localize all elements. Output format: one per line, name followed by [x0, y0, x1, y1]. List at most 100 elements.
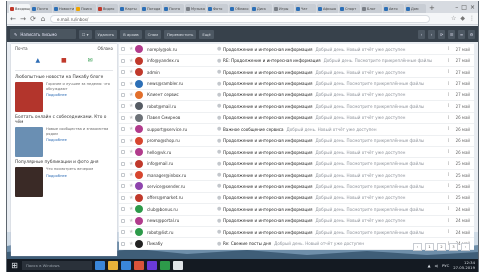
email-checkbox[interactable] [121, 58, 125, 63]
news-card-more-link[interactable]: Подробнее [46, 93, 113, 97]
news-card-image[interactable] [15, 127, 43, 157]
compact-view-icon[interactable]: ≡ [458, 29, 465, 39]
cloud-link[interactable]: Облако [98, 46, 114, 51]
browser-tab[interactable]: Авто [383, 4, 404, 13]
email-checkbox[interactable] [121, 218, 125, 223]
news-card-more-link[interactable]: Подробнее [46, 138, 113, 142]
email-checkbox[interactable] [121, 150, 125, 155]
toolbar-button-more[interactable]: Ещё [199, 29, 214, 39]
browser-tab[interactable]: Поиск [75, 4, 96, 13]
up-icon[interactable]: ▲ [35, 57, 40, 64]
email-checkbox[interactable] [121, 173, 125, 178]
news-card-more-link[interactable]: Подробнее [46, 174, 93, 178]
menu-icon[interactable]: ⋮ [469, 15, 475, 22]
taskbar-app-icon[interactable] [134, 261, 144, 270]
email-row[interactable]: ★ news@rambler.ru ● Продолжение и интересна… [119, 78, 474, 90]
email-row[interactable]: ★ manager@inbox.ru ● Продолжение и интересн… [119, 170, 474, 182]
reload-icon[interactable]: ⟳ [30, 15, 36, 23]
taskbar-app-icon[interactable] [108, 261, 118, 270]
email-checkbox[interactable] [121, 138, 125, 143]
browser-tab[interactable]: Видео [97, 4, 118, 13]
mail-icon[interactable]: ✉ [88, 57, 93, 64]
toolbar-button-delete[interactable]: Удалить [94, 29, 118, 39]
email-row[interactable]: ★ robot@mail.ru ● Продолжение и интересная … [119, 101, 474, 113]
taskbar-app-icon[interactable] [147, 261, 157, 270]
email-checkbox[interactable] [121, 127, 125, 132]
email-row[interactable]: ★ Клиент сервис ● Продолжение и интересная … [119, 90, 474, 102]
email-checkbox[interactable] [121, 207, 125, 212]
browser-tab[interactable]: Музыка [185, 4, 206, 13]
refresh-icon[interactable]: ⟳ [438, 29, 445, 39]
email-checkbox[interactable] [121, 81, 125, 86]
clock[interactable]: 12:34 27.05.2019 [453, 260, 475, 270]
email-checkbox[interactable] [121, 70, 125, 75]
taskbar-app-icon[interactable] [173, 261, 183, 270]
email-checkbox[interactable] [121, 184, 125, 189]
email-row[interactable]: ★ admin ● Продолжение и интересная информац… [119, 67, 474, 79]
browser-tab[interactable]: Новости [53, 4, 74, 13]
settings-icon[interactable]: ⚙ [468, 29, 475, 39]
email-row[interactable]: ★ club@bonus.ru ● Продолжение и интересная … [119, 204, 474, 216]
taskbar-app-icon[interactable] [121, 261, 131, 270]
email-checkbox[interactable] [121, 92, 125, 97]
email-row[interactable]: ★ promo@shop.ru ● Продолжение и интересная … [119, 136, 474, 147]
volume-icon[interactable]: ◂) [435, 263, 438, 268]
taskbar-app-icon[interactable] [160, 261, 170, 270]
news-card-image[interactable] [15, 167, 43, 197]
new-tab-button[interactable]: + [429, 5, 436, 12]
email-checkbox[interactable] [121, 47, 125, 52]
email-checkbox[interactable] [121, 230, 125, 235]
news-card[interactable]: Болтать онлайн с собеседниками. Кто о чё… [11, 115, 117, 157]
taskbar-search-input[interactable]: Поиск в Windows [22, 261, 92, 270]
email-row[interactable]: ★ noreply@ok.ru ● Продолжение и интересная … [119, 44, 474, 56]
bottom-next-icon[interactable]: › [461, 243, 470, 251]
page-3[interactable]: 3 [449, 243, 458, 251]
browser-tab[interactable]: Диск [251, 4, 272, 13]
forward-icon[interactable]: → [20, 15, 26, 23]
browser-tab[interactable]: Фото [207, 4, 228, 13]
email-checkbox[interactable] [121, 241, 125, 246]
browser-tab[interactable]: Карты [119, 4, 140, 13]
news-card-title[interactable]: Популярные публикации и фото дня [15, 160, 113, 165]
page-1[interactable]: 1 [425, 243, 434, 251]
star-icon[interactable]: ☆ [451, 15, 456, 22]
browser-tab[interactable]: Погода [141, 4, 162, 13]
browser-tab[interactable]: Почта [31, 4, 52, 13]
email-checkbox[interactable] [121, 104, 125, 109]
compose-button[interactable]: ✎ Написать письмо [10, 29, 76, 39]
prev-page-icon[interactable]: ‹ [418, 29, 425, 39]
email-row[interactable]: ★ info@yandex.ru ● RE: Продолжение и интере… [119, 55, 474, 67]
url-input[interactable]: e.mail.ru/inbox/ [50, 14, 430, 23]
page-2[interactable]: 2 [437, 243, 446, 251]
email-row[interactable]: ★ news@portal.ru ● Продолжение и интересная… [119, 216, 474, 227]
browser-tab[interactable]: Блог [361, 4, 382, 13]
account-label[interactable]: Почта [15, 46, 28, 51]
minimize-icon[interactable]: – [455, 4, 458, 11]
email-checkbox[interactable] [121, 195, 125, 200]
browser-tab[interactable]: Спорт [339, 4, 360, 13]
network-icon[interactable]: ▲ [428, 263, 431, 268]
close-icon[interactable]: × [470, 4, 475, 11]
list-view-icon[interactable]: ☰ [448, 29, 455, 39]
browser-tab[interactable]: Игры [273, 4, 294, 13]
inbox-icon[interactable]: ■ [61, 57, 67, 64]
news-card[interactable]: Популярные публикации и фото дня Что посм… [11, 160, 117, 197]
email-checkbox[interactable] [121, 161, 125, 166]
news-card[interactable]: Любопытные новости на Пикабу блоге Горяче… [11, 75, 117, 112]
taskbar-app-icon[interactable] [95, 261, 105, 270]
news-card-title[interactable]: Болтать онлайн с собеседниками. Кто о чё… [15, 115, 113, 125]
browser-tab[interactable]: Входящие [9, 4, 30, 13]
language-indicator[interactable]: РУС [442, 263, 449, 268]
browser-tab[interactable]: Дом [405, 4, 426, 13]
browser-tab[interactable]: Облако [229, 4, 250, 13]
maximize-icon[interactable]: □ [461, 4, 467, 11]
browser-tab[interactable]: Афиша [317, 4, 338, 13]
next-page-icon[interactable]: › [428, 29, 435, 39]
email-row[interactable]: ★ robot@list.ru ● Продолжение и интересная … [119, 227, 474, 239]
home-icon[interactable]: ⌂ [40, 15, 46, 23]
email-row[interactable]: ★ service@sender.ru ● Продолжение и интерес… [119, 181, 474, 193]
news-card-title[interactable]: Любопытные новости на Пикабу блоге [15, 75, 113, 80]
email-row[interactable]: ★ support@service.ru ● Важное сообщение сер… [119, 124, 474, 136]
email-row[interactable]: ★ info@mail.ru ● Продолжение и интересная и… [119, 158, 474, 170]
email-checkbox[interactable] [121, 115, 125, 120]
